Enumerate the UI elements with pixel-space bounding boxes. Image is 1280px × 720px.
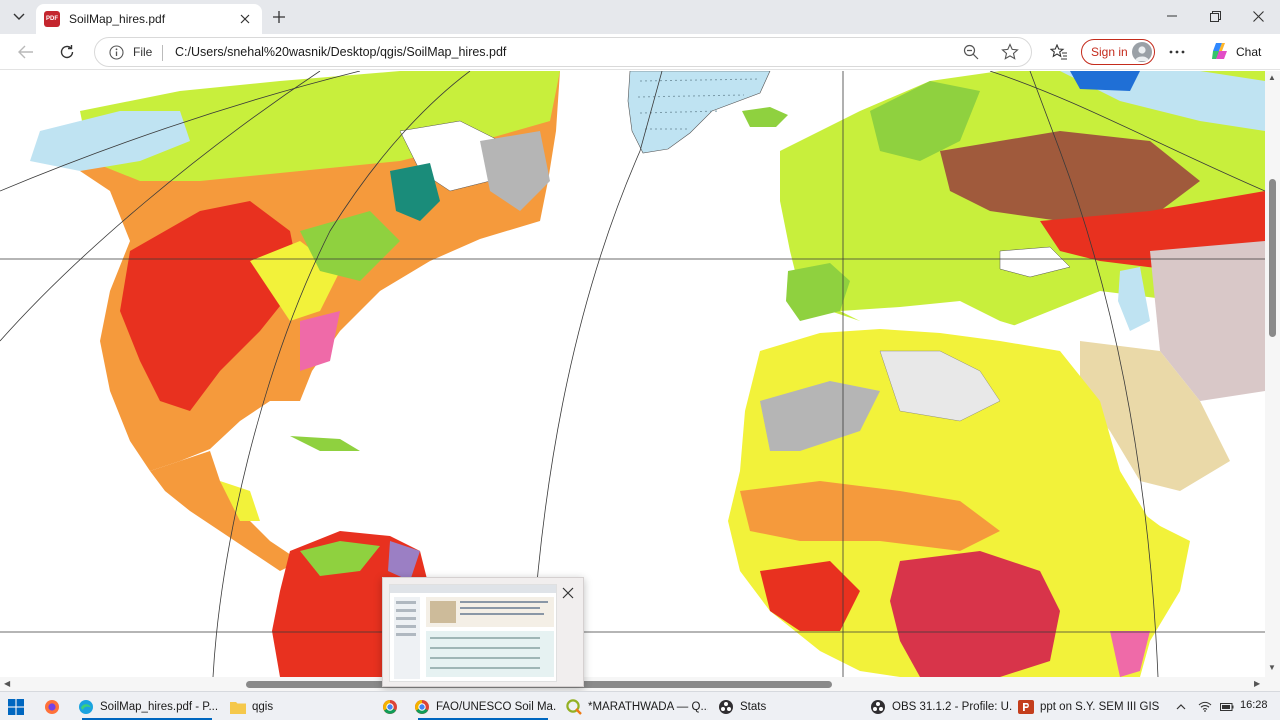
- divider: [162, 45, 163, 61]
- tab-strip: PDF SoilMap_hires.pdf: [0, 0, 1280, 34]
- wifi-icon: [1198, 701, 1212, 712]
- close-window-button[interactable]: [1236, 0, 1280, 32]
- scroll-up-arrow-icon[interactable]: ▲: [1268, 73, 1276, 82]
- chevron-up-icon: [1176, 703, 1186, 709]
- scroll-right-arrow-icon[interactable]: ▶: [1254, 679, 1260, 688]
- taskbar-label: SoilMap_hires.pdf - P...: [100, 700, 219, 713]
- pdf-viewer[interactable]: ▲ ▼ ◀ ▶: [0, 71, 1280, 691]
- tab-actions-menu-button[interactable]: [6, 5, 32, 29]
- edge-icon: [78, 699, 94, 715]
- taskbar-label: FAO/UNESCO Soil Ma...: [436, 700, 556, 713]
- taskbar-item-obs[interactable]: OBS 31.1.2 - Profile: U...: [866, 693, 1012, 720]
- iceland-region: [742, 107, 788, 127]
- taskbar-label: Stats: [740, 700, 767, 713]
- firefox-icon: [44, 699, 60, 715]
- taskbar-item-qgis-folder[interactable]: qgis: [226, 693, 374, 720]
- refresh-icon: [60, 45, 74, 59]
- back-button[interactable]: [12, 38, 40, 66]
- close-icon: [240, 14, 250, 24]
- central-africa-crimson: [890, 551, 1060, 677]
- vertical-scrollbar[interactable]: ▲ ▼: [1265, 71, 1280, 677]
- cuba-region: [290, 436, 360, 451]
- chat-label: Chat: [1236, 45, 1262, 59]
- more-horizontal-icon: [1169, 50, 1185, 54]
- taskbar-label: qgis: [252, 700, 274, 713]
- favorites-button[interactable]: [1045, 38, 1073, 66]
- windows-start-icon: [8, 698, 24, 715]
- battery-button[interactable]: [1218, 693, 1236, 720]
- taskbar-label: ppt on S.Y. SEM III GIS...: [1040, 700, 1160, 713]
- url-text[interactable]: C:/Users/snehal%20wasnik/Desktop/qgis/So…: [175, 45, 506, 59]
- refresh-button[interactable]: [53, 38, 81, 66]
- qgis-icon: [566, 698, 582, 715]
- chevron-down-icon: [13, 10, 25, 24]
- close-icon: [562, 587, 574, 599]
- siberia-blue-region: [1070, 71, 1140, 91]
- tray-overflow-button[interactable]: [1172, 693, 1190, 720]
- minimize-button[interactable]: [1150, 0, 1194, 32]
- chrome-icon: [414, 699, 430, 715]
- scroll-down-arrow-icon[interactable]: ▼: [1268, 663, 1276, 672]
- copilot-chat-button[interactable]: Chat: [1206, 39, 1270, 65]
- tab-close-button[interactable]: [236, 10, 254, 28]
- sign-in-label: Sign in: [1091, 45, 1128, 59]
- settings-more-button[interactable]: [1163, 38, 1191, 66]
- vertical-scroll-thumb[interactable]: [1269, 179, 1276, 337]
- folder-icon: [230, 699, 246, 715]
- taskbar-item-powerpoint[interactable]: ppt on S.Y. SEM III GIS...: [1014, 693, 1160, 720]
- mexico-region: [150, 451, 300, 571]
- network-button[interactable]: [1196, 693, 1214, 720]
- obs-icon: [718, 699, 734, 715]
- chrome-icon: [382, 699, 398, 715]
- info-icon[interactable]: [109, 45, 124, 63]
- close-icon: [1252, 10, 1264, 22]
- scheme-label: File: [133, 45, 153, 59]
- restore-button[interactable]: [1193, 0, 1237, 32]
- arrow-left-icon: [18, 45, 33, 59]
- soil-map[interactable]: [0, 71, 1265, 677]
- scroll-left-arrow-icon[interactable]: ◀: [4, 679, 10, 688]
- start-button[interactable]: [4, 693, 32, 720]
- taskbar-item-pdf[interactable]: SoilMap_hires.pdf - P...: [74, 693, 220, 720]
- navigation-bar: File C:/Users/snehal%20wasnik/Desktop/qg…: [0, 34, 1280, 70]
- taskbar-item-qgis-project[interactable]: *MARATHWADA — Q...: [562, 693, 708, 720]
- plus-icon: [273, 11, 285, 23]
- taskbar-clock[interactable]: 16:28: [1240, 699, 1268, 711]
- sign-in-button[interactable]: Sign in: [1081, 39, 1155, 65]
- obs-icon: [870, 699, 886, 715]
- preview-thumbnail[interactable]: [389, 584, 557, 682]
- taskbar-window-preview[interactable]: [382, 577, 584, 687]
- us-pink-region: [300, 311, 340, 371]
- new-tab-button[interactable]: [268, 6, 290, 28]
- copilot-icon: [1210, 41, 1230, 64]
- minimize-icon: [1167, 15, 1177, 17]
- taskbar-item-fao-unesco[interactable]: FAO/UNESCO Soil Ma...: [410, 693, 556, 720]
- browser-tab-active[interactable]: PDF SoilMap_hires.pdf: [36, 4, 262, 34]
- preview-close-button[interactable]: [557, 582, 579, 604]
- powerpoint-icon: [1018, 699, 1034, 715]
- battery-icon: [1220, 702, 1234, 711]
- zoom-icon[interactable]: [963, 44, 979, 63]
- taskbar-item-stats[interactable]: Stats: [714, 693, 860, 720]
- horizontal-scrollbar[interactable]: ◀ ▶: [0, 677, 1280, 691]
- favorite-star-icon[interactable]: [1001, 43, 1019, 64]
- taskbar-chrome[interactable]: [378, 693, 406, 720]
- address-bar[interactable]: File C:/Users/snehal%20wasnik/Desktop/qg…: [94, 37, 1032, 67]
- taskbar-label: OBS 31.1.2 - Profile: U...: [892, 700, 1012, 713]
- restore-icon: [1209, 10, 1221, 22]
- pdf-file-icon: PDF: [44, 11, 60, 27]
- tab-title: SoilMap_hires.pdf: [69, 12, 166, 26]
- taskbar: SoilMap_hires.pdf - P... qgis FAO/UNESCO…: [0, 691, 1280, 720]
- favorites-list-icon: [1050, 44, 1067, 60]
- avatar-icon: [1132, 42, 1152, 62]
- taskbar-label: *MARATHWADA — Q...: [588, 700, 708, 713]
- taskbar-firefox[interactable]: [40, 693, 68, 720]
